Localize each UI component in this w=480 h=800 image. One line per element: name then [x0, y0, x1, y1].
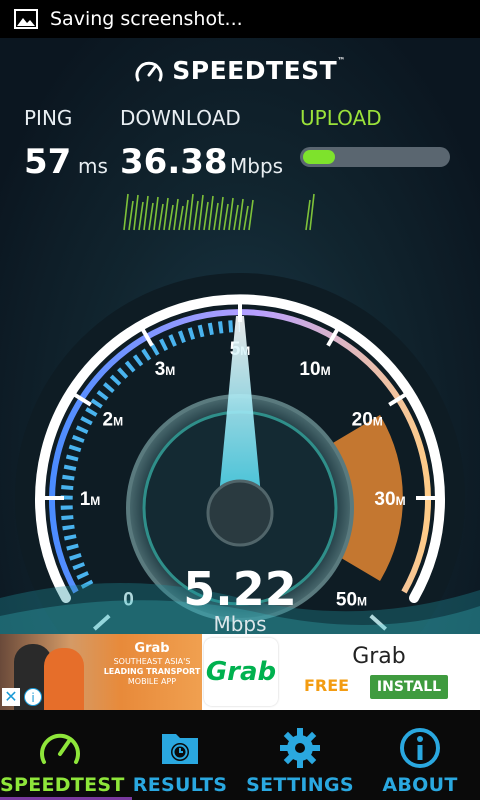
download-label: DOWNLOAD: [120, 106, 241, 130]
ad-price: FREE: [304, 676, 350, 695]
download-graph-bar: [228, 197, 234, 231]
nav-about[interactable]: ABOUT: [360, 710, 480, 800]
ad-close-icon[interactable]: ✕: [2, 688, 20, 706]
ad-banner[interactable]: Grab SOUTHEAST ASIA'S LEADING TRANSPORT …: [0, 634, 480, 710]
grab-logo-icon[interactable]: Grab: [204, 638, 278, 706]
speedometer-logo-icon: [135, 61, 163, 82]
download-graph-bar: [218, 196, 224, 231]
download-graph-bar: [233, 204, 239, 231]
download-graph-bar: [123, 193, 129, 231]
download-graph-bar: [138, 201, 144, 231]
download-graph-bar: [183, 199, 189, 231]
ad-info-icon[interactable]: i: [24, 688, 42, 706]
download-graph-bar: [223, 203, 229, 231]
download-graph-bar: [203, 201, 209, 231]
upload-graph: [305, 193, 315, 231]
upload-label: UPLOAD: [300, 106, 382, 130]
nav-speedtest[interactable]: SPEEDTEST: [0, 710, 132, 800]
trademark: ™: [337, 56, 346, 65]
download-graph-bar: [163, 197, 169, 231]
speedometer-icon: [40, 733, 80, 764]
app-brand: SPEEDTEST™: [0, 56, 480, 86]
current-speed-value: 5.22: [183, 562, 297, 616]
ping-label: PING: [24, 106, 73, 130]
ad-app-name: Grab: [352, 644, 406, 669]
bottom-nav: SPEEDTEST RESULTS SETTINGS ABOUT: [0, 710, 480, 800]
download-graph-bar: [173, 198, 179, 231]
ad-tagline-2: LEADING TRANSPORT: [103, 667, 201, 676]
speedtest-stage: SPEEDTEST™ PING DOWNLOAD UPLOAD 57 ms 36…: [0, 38, 480, 634]
image-icon: [14, 9, 38, 29]
ad-tagline-1: SOUTHEAST ASIA'S: [113, 657, 191, 666]
download-graph-bar: [238, 198, 244, 231]
brand-title: SPEEDTEST: [172, 56, 338, 85]
nav-settings[interactable]: SETTINGS: [240, 710, 360, 800]
download-graph-bar: [178, 205, 184, 231]
download-graph-bar: [213, 202, 219, 231]
download-graph-bar: [168, 204, 174, 231]
ad-brand-small: Grab: [134, 641, 170, 656]
download-graph-bar: [153, 196, 159, 231]
upload-progress-fill: [303, 150, 335, 164]
ping-unit: ms: [78, 154, 108, 178]
nav-results-label: RESULTS: [132, 774, 228, 796]
download-graph-bar: [243, 205, 249, 231]
gauge-hub: [206, 479, 274, 547]
download-graph-bar: [193, 200, 199, 231]
status-text: Saving screenshot...: [50, 8, 243, 30]
download-graph-bar: [133, 194, 139, 231]
ad-install-button[interactable]: INSTALL: [370, 675, 448, 699]
download-graph-bar: [208, 195, 214, 231]
gear-icon: [280, 728, 320, 768]
status-bar: Saving screenshot...: [0, 0, 480, 38]
download-graph-bar: [248, 199, 254, 231]
download-graph: [123, 193, 254, 231]
nav-speedtest-label: SPEEDTEST: [0, 774, 125, 796]
download-unit: Mbps: [230, 154, 284, 178]
download-value: 36.38: [120, 142, 228, 182]
download-graph-bar: [128, 200, 134, 231]
download-graph-bar: [198, 194, 204, 231]
nav-results[interactable]: RESULTS: [120, 710, 240, 800]
download-graph-bar: [143, 195, 149, 231]
nav-about-label: ABOUT: [382, 774, 458, 796]
info-icon: [400, 728, 440, 768]
nav-settings-label: SETTINGS: [246, 774, 354, 796]
download-graph-bar: [188, 193, 194, 231]
folder-clock-icon: [162, 734, 198, 764]
current-speed-unit: Mbps: [213, 612, 267, 634]
download-graph-bar: [158, 203, 164, 231]
ad-tagline: Grab SOUTHEAST ASIA'S LEADING TRANSPORT …: [100, 641, 204, 687]
ping-value: 57: [24, 142, 72, 182]
download-graph-bar: [148, 202, 154, 231]
ad-tagline-3: MOBILE APP: [127, 677, 177, 686]
upload-progress-bar: [300, 147, 450, 167]
ad-person-2: [44, 648, 84, 710]
